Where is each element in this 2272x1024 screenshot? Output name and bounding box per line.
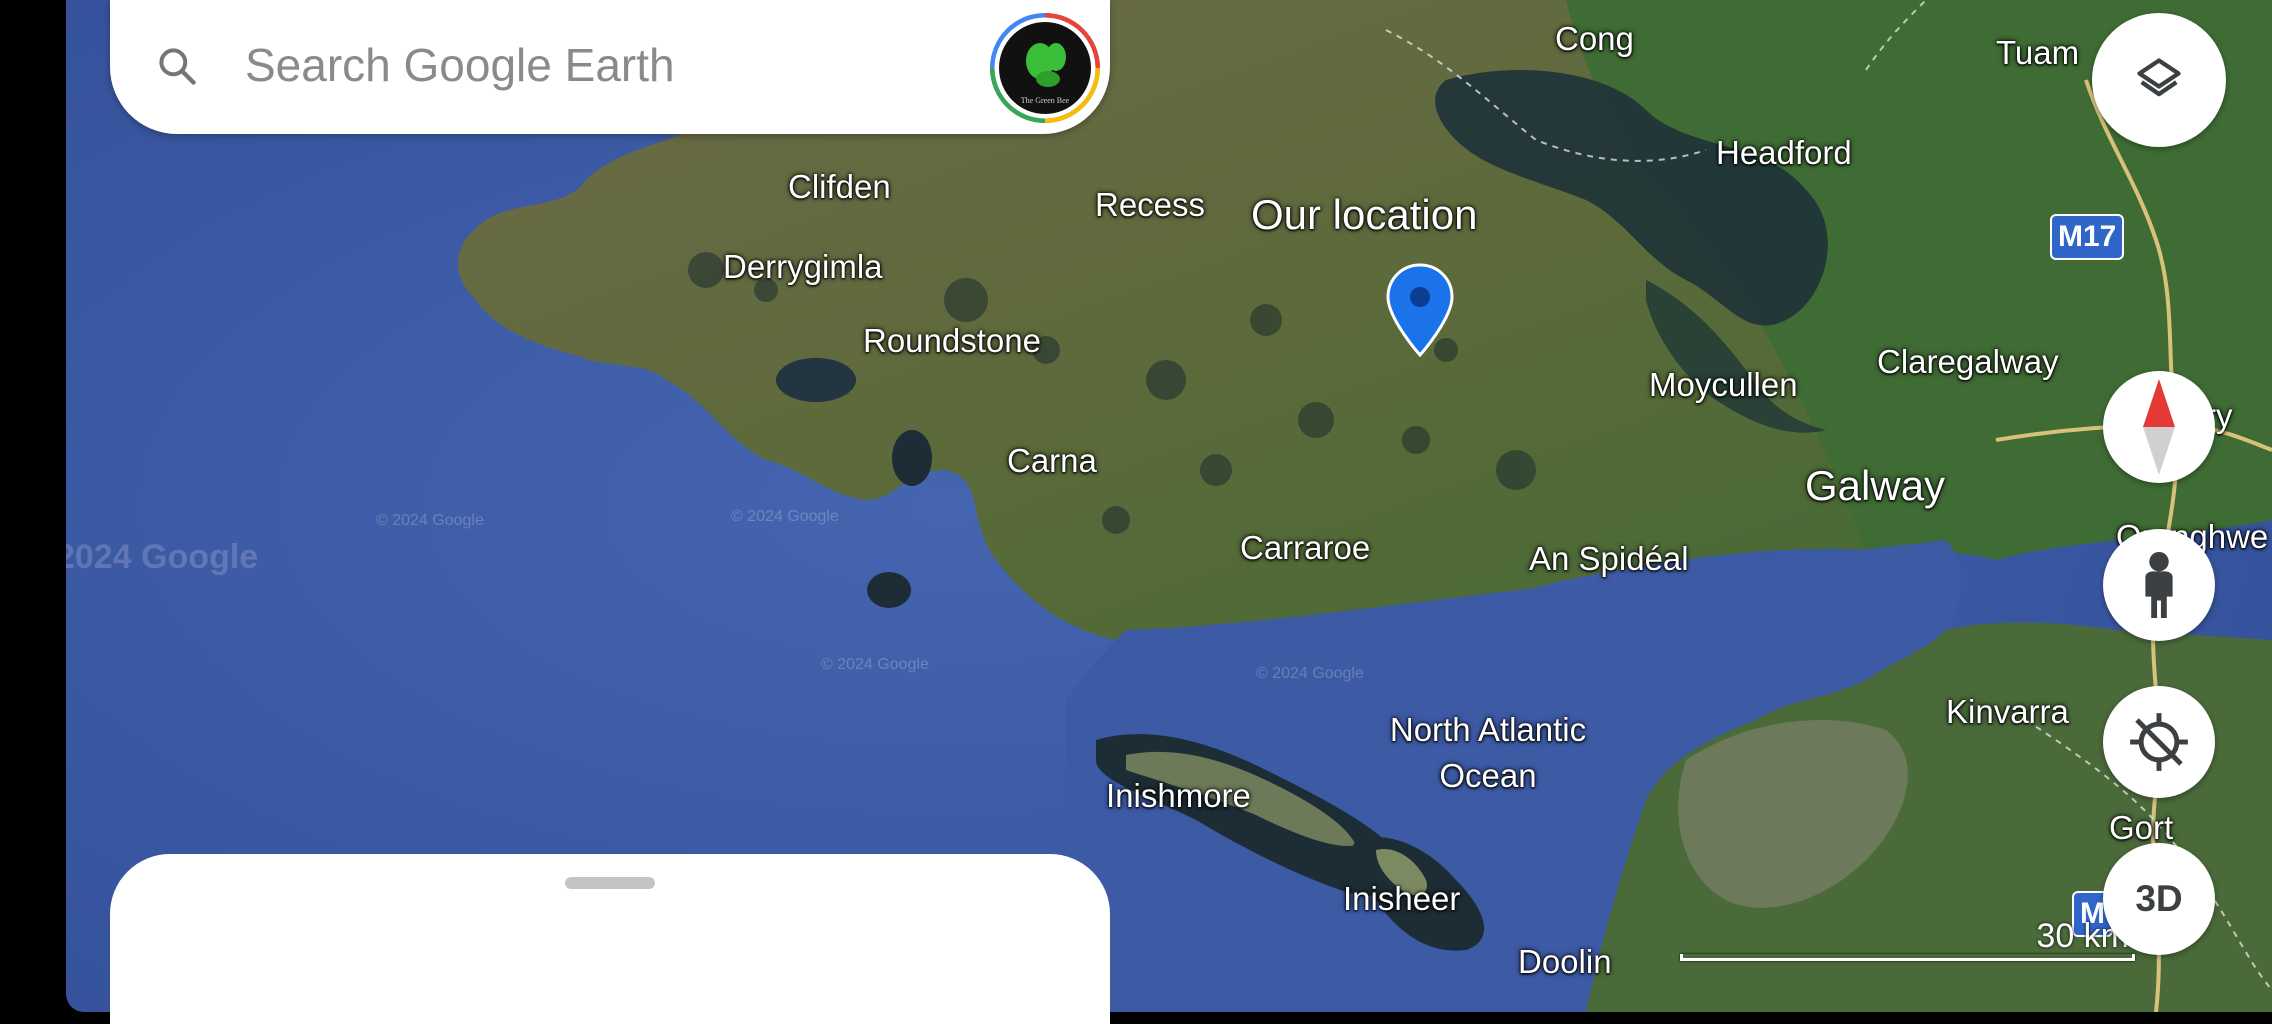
place-label[interactable]: Roundstone bbox=[863, 322, 1041, 360]
screen-edge bbox=[0, 0, 66, 1012]
place-label[interactable]: Galway bbox=[1805, 462, 1945, 510]
place-label[interactable]: Tuam bbox=[1996, 34, 2079, 72]
place-label[interactable]: Headford bbox=[1716, 134, 1852, 172]
account-avatar[interactable]: The Green Bee bbox=[990, 13, 1100, 123]
street-view-pegman-icon bbox=[2145, 551, 2173, 619]
place-label[interactable]: Inishmore bbox=[1106, 777, 1251, 815]
search-bar[interactable]: Search Google Earth The Green Bee bbox=[110, 0, 1110, 134]
place-label[interactable]: Recess bbox=[1095, 186, 1205, 224]
place-label[interactable]: Carna bbox=[1007, 442, 1097, 480]
map-watermark: 2024 Google bbox=[66, 538, 259, 576]
ocean-label: North Atlantic Ocean bbox=[1318, 707, 1658, 799]
map-watermark-small: © 2024 Google bbox=[731, 508, 839, 525]
map-watermark-small: © 2024 Google bbox=[1256, 665, 1364, 682]
location-pin-icon[interactable] bbox=[1385, 263, 1455, 359]
street-view-button[interactable] bbox=[2103, 529, 2215, 641]
place-label[interactable]: Inisheer bbox=[1343, 880, 1460, 918]
place-label[interactable]: Carraroe bbox=[1240, 529, 1370, 567]
map-watermark-small: © 2024 Google bbox=[376, 512, 484, 529]
place-label[interactable]: Cong bbox=[1555, 20, 1634, 58]
place-label[interactable]: Moycullen bbox=[1649, 366, 1798, 404]
place-label[interactable]: Gort bbox=[2109, 809, 2173, 847]
ocean-label-line: North Atlantic bbox=[1389, 711, 1587, 748]
map-watermark-small: © 2024 Google bbox=[821, 656, 929, 673]
ocean-label-line: Ocean bbox=[1439, 757, 1537, 794]
place-label[interactable]: Claregalway bbox=[1877, 343, 2059, 381]
layers-icon bbox=[2137, 58, 2181, 97]
bottom-sheet[interactable] bbox=[110, 854, 1110, 1024]
place-label[interactable]: An Spidéal bbox=[1529, 540, 1689, 578]
compass-icon bbox=[2143, 379, 2175, 475]
drag-handle[interactable] bbox=[565, 877, 655, 889]
avatar-caption: The Green Bee bbox=[1021, 96, 1070, 105]
3d-toggle-button[interactable]: 3D bbox=[2103, 843, 2215, 955]
layers-button[interactable] bbox=[2092, 13, 2226, 147]
road-sign-m17: M17 bbox=[2050, 214, 2125, 260]
marker-label[interactable]: Our location bbox=[1251, 191, 1477, 239]
compass-button[interactable] bbox=[2103, 371, 2215, 483]
search-icon[interactable] bbox=[155, 44, 199, 88]
location-off-icon bbox=[2130, 713, 2188, 771]
place-label[interactable]: Kinvarra bbox=[1946, 693, 2069, 731]
scale-bar: 30 km bbox=[1680, 913, 2135, 963]
search-input[interactable]: Search Google Earth bbox=[245, 38, 675, 92]
place-label[interactable]: Derrygimla bbox=[723, 248, 883, 286]
place-label[interactable]: Clifden bbox=[788, 168, 891, 206]
my-location-button[interactable] bbox=[2103, 686, 2215, 798]
place-label[interactable]: Doolin bbox=[1518, 943, 1612, 981]
scale-line bbox=[1680, 954, 2135, 961]
